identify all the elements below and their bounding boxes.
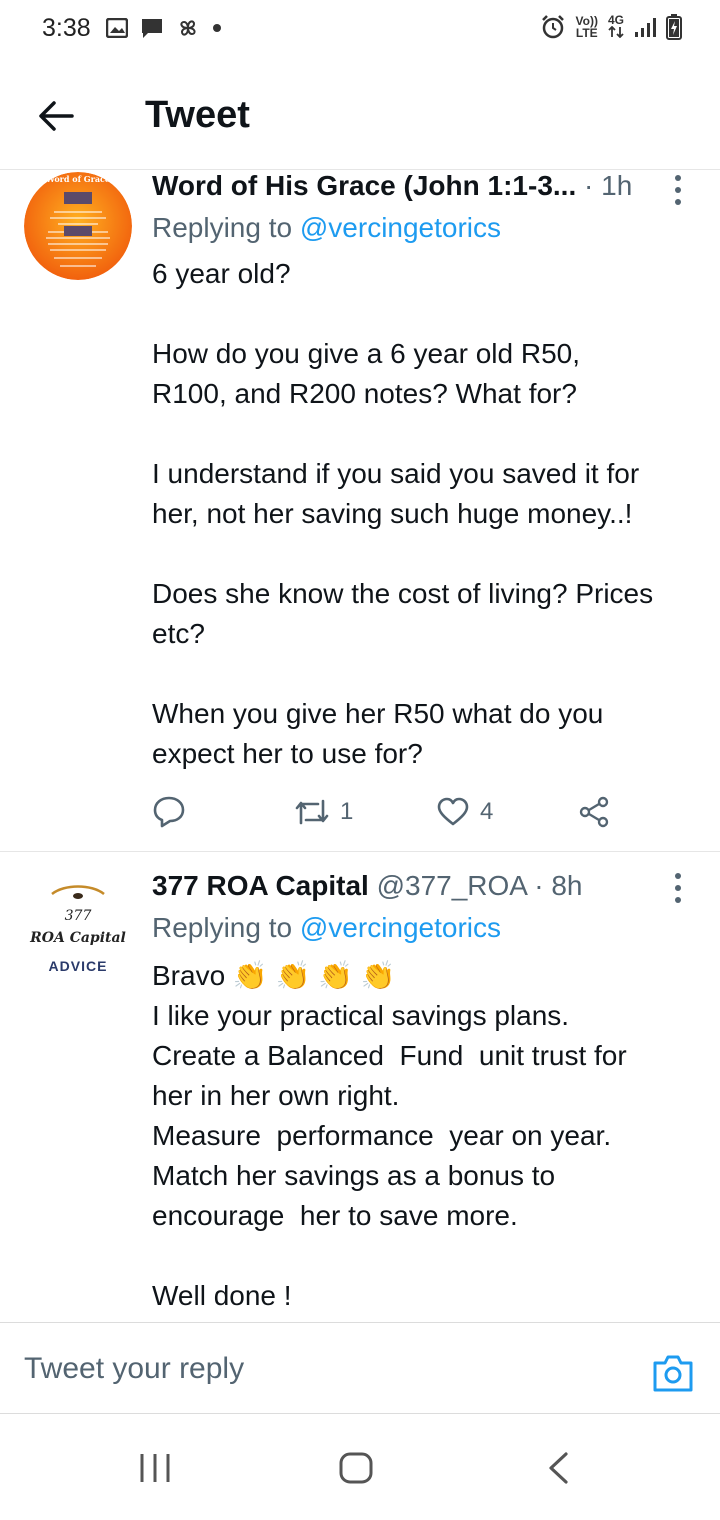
reply-icon — [153, 796, 185, 828]
home-icon — [339, 1452, 373, 1484]
back-nav-button[interactable] — [544, 1450, 572, 1486]
tweet-time: · 8h — [534, 870, 583, 901]
reply-button[interactable] — [152, 790, 196, 834]
avatar-line-3: ADVICE — [48, 958, 108, 974]
author-name[interactable]: Word of His Grace (John 1:1-3... — [152, 170, 576, 201]
chevron-left-icon — [549, 1452, 568, 1484]
avatar-label: Word of Grace — [45, 174, 110, 184]
home-button[interactable] — [338, 1450, 374, 1486]
heart-icon — [437, 797, 469, 826]
gallery-icon — [106, 18, 128, 38]
more-dot — [675, 187, 681, 193]
more-dot — [675, 873, 681, 879]
tweet-actions: 1 4 — [152, 790, 632, 834]
replying-to: Replying to @vercingetorics — [152, 912, 501, 944]
more-options-button[interactable] — [668, 170, 688, 210]
replying-prefix: Replying to — [152, 212, 293, 243]
message-icon — [142, 19, 162, 38]
network-indicator: 4G — [608, 14, 624, 40]
camera-icon — [653, 1355, 693, 1392]
page-title: Tweet — [145, 94, 250, 136]
volte-line2: LTE — [575, 26, 598, 40]
retweet-button[interactable]: 1 — [294, 790, 353, 834]
replying-handle-link[interactable]: @vercingetorics — [300, 912, 501, 943]
author-name[interactable]: 377 ROA Capital — [152, 870, 369, 901]
back-button[interactable] — [30, 90, 82, 142]
status-time: 3:38 — [42, 14, 91, 42]
replying-to: Replying to @vercingetorics — [152, 212, 501, 244]
tweet-header: 377 ROA Capital @377_ROA · 8h — [152, 870, 664, 902]
pinwheel-icon — [180, 20, 196, 36]
tweet[interactable]: 377 ROA Capital ADVICE 377 ROA Capital @… — [0, 852, 720, 1322]
battery-icon — [666, 14, 682, 40]
camera-button[interactable] — [652, 1353, 694, 1393]
arrow-left-icon — [39, 101, 74, 131]
reply-input[interactable] — [24, 1345, 584, 1393]
alarm-icon — [541, 15, 564, 39]
like-button[interactable]: 4 — [436, 790, 493, 834]
tweet[interactable]: Word of Grace Word of His Grace (John 1:… — [0, 170, 720, 852]
more-dot — [675, 199, 681, 205]
tweet-text: 6 year old? How do you give a 6 year old… — [152, 258, 654, 769]
system-nav-bar — [0, 1414, 720, 1520]
dot-icon — [213, 24, 221, 32]
tweet-header: Word of His Grace (John 1:1-3... · 1h — [152, 170, 664, 202]
more-dot — [675, 175, 681, 181]
more-dot — [675, 885, 681, 891]
share-icon — [579, 796, 609, 828]
retweet-count: 1 — [340, 798, 354, 825]
volte-indicator: Vo)) LTE — [576, 15, 598, 39]
like-count: 4 — [480, 798, 494, 825]
signal-icon — [635, 18, 656, 37]
app-header: Tweet — [0, 60, 720, 170]
network-label: 4G — [607, 13, 624, 27]
tweet-time: · 1h — [584, 170, 633, 201]
eye-logo-icon — [51, 885, 105, 899]
more-options-button[interactable] — [668, 868, 688, 908]
tweet-text: Bravo 👏 👏 👏 👏 I like your practical savi… — [152, 960, 627, 1311]
replying-handle-link[interactable]: @vercingetorics — [300, 212, 501, 243]
recents-button[interactable] — [138, 1450, 172, 1486]
status-bar: 3:38 Vo)) LTE 4G — [0, 0, 720, 60]
notification-icons — [106, 16, 222, 40]
avatar-line-2: ROA Capital — [30, 930, 126, 946]
avatar[interactable]: Word of Grace — [24, 172, 132, 280]
data-arrows-icon — [608, 25, 624, 39]
retweet-icon — [295, 799, 329, 825]
system-icons: Vo)) LTE 4G — [540, 14, 682, 40]
avatar[interactable]: 377 ROA Capital ADVICE — [24, 874, 132, 982]
replying-prefix: Replying to — [152, 912, 293, 943]
share-button[interactable] — [578, 790, 610, 834]
recents-icon — [140, 1454, 170, 1482]
author-handle[interactable]: @377_ROA — [377, 870, 527, 901]
avatar-line-1: 377 — [64, 908, 92, 924]
reply-bar — [0, 1322, 720, 1414]
more-dot — [675, 897, 681, 903]
